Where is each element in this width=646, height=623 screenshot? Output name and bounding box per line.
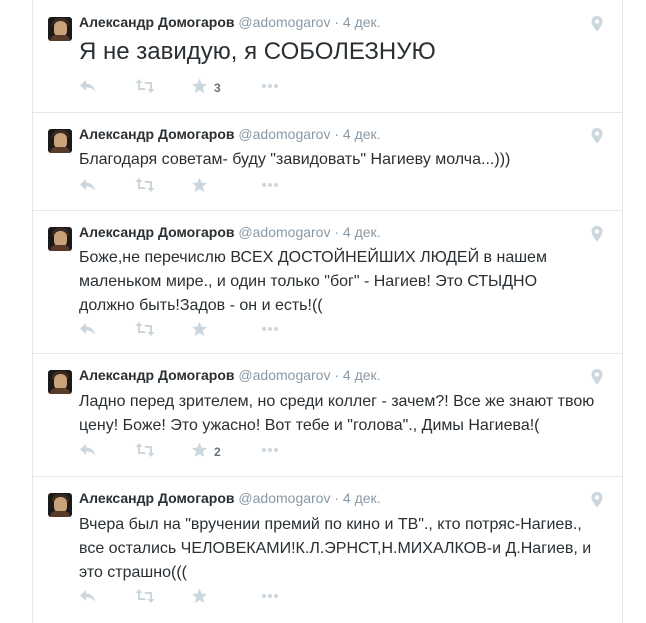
author-fullname[interactable]: Александр Домогаров	[79, 126, 235, 142]
tweet-text-line: маленьком мире., и один только "бог" - Н…	[79, 273, 538, 290]
tweet-timestamp[interactable]: 4 дек.	[343, 490, 381, 506]
reply-button[interactable]	[79, 321, 97, 339]
location-pin-icon[interactable]	[590, 491, 604, 509]
author-username[interactable]: @adomogarov	[238, 367, 330, 383]
location-pin-icon[interactable]	[590, 127, 604, 145]
retweet-button[interactable]	[135, 177, 155, 195]
tweet-header: Александр Домогаров @adomogarov · 4 дек.	[79, 125, 381, 143]
tweet-text-line: Вчера был на "вручении премий по кино и …	[79, 516, 582, 533]
separator: ·	[334, 367, 340, 383]
author-fullname[interactable]: Александр Домогаров	[79, 224, 235, 240]
reply-icon	[80, 323, 96, 335]
more-button[interactable]	[261, 593, 279, 611]
tweet-timestamp[interactable]: 4 дек.	[343, 126, 381, 142]
retweet-icon	[135, 322, 155, 336]
more-dots-icon	[262, 327, 278, 331]
retweet-icon	[135, 589, 155, 603]
retweet-button[interactable]	[135, 78, 155, 96]
star-icon	[192, 78, 207, 93]
tweet-text: Вчера был на "вручении премий по кино и …	[79, 513, 599, 585]
location-pin-icon[interactable]	[590, 368, 604, 386]
tweet-timestamp[interactable]: 4 дек.	[343, 367, 381, 383]
tweet-text: Боже,не перечислю ВСЕХ ДОСТОЙНЕЙШИХ ЛЮДЕ…	[79, 246, 599, 318]
separator: ·	[334, 490, 340, 506]
tweet-text-line: должно быть!Задов - он и есть!((	[79, 297, 323, 314]
tweet-text: Благодаря советам- буду "завидовать" Наг…	[79, 151, 511, 168]
more-button[interactable]	[261, 182, 279, 200]
tweet[interactable]: Александр Домогаров @adomogarov · 4 дек.…	[33, 112, 622, 211]
more-button[interactable]	[261, 83, 279, 101]
star-icon	[192, 321, 207, 336]
reply-icon	[80, 590, 96, 602]
tweet-text-line: Ладно перед зрителем, но среди коллег - …	[79, 393, 595, 410]
retweet-button[interactable]	[135, 321, 155, 339]
tweet-text-line: все остались ЧЕЛОВЕКАМИ!К.Л.ЭРНСТ,Н.МИХА…	[79, 540, 592, 557]
more-dots-icon	[262, 84, 278, 88]
reply-button[interactable]	[79, 78, 97, 96]
author-fullname[interactable]: Александр Домогаров	[79, 490, 235, 506]
tweet[interactable]: Александр Домогаров @adomogarov · 4 дек.…	[33, 353, 622, 477]
more-dots-icon	[262, 594, 278, 598]
retweet-button[interactable]	[135, 442, 155, 460]
separator: ·	[334, 224, 340, 240]
author-username[interactable]: @adomogarov	[238, 14, 330, 30]
tweet-timestamp[interactable]: 4 дек.	[343, 224, 381, 240]
more-dots-icon	[262, 448, 278, 452]
reply-button[interactable]	[79, 177, 97, 195]
tweet-text: Ладно перед зрителем, но среди коллег - …	[79, 390, 599, 438]
timeline: Александр Домогаров @adomogarov · 4 дек.…	[32, 0, 623, 623]
retweet-button[interactable]	[135, 588, 155, 606]
location-pin-icon[interactable]	[590, 15, 604, 33]
tweet-header: Александр Домогаров @adomogarov · 4 дек.	[79, 223, 381, 241]
favorite-button[interactable]	[191, 78, 208, 96]
star-icon	[192, 177, 207, 192]
tweet[interactable]: Александр Домогаров @adomogarov · 4 дек.…	[33, 0, 622, 113]
reply-icon	[80, 444, 96, 456]
avatar[interactable]	[48, 493, 72, 517]
tweet-text-line: это страшно(((	[79, 564, 187, 581]
author-fullname[interactable]: Александр Домогаров	[79, 14, 235, 30]
tweet-text-line: Боже,не перечислю ВСЕХ ДОСТОЙНЕЙШИХ ЛЮДЕ…	[79, 249, 547, 266]
favorite-button[interactable]	[191, 588, 208, 606]
separator: ·	[334, 126, 340, 142]
tweet[interactable]: Александр Домогаров @adomogarov · 4 дек.…	[33, 210, 622, 354]
location-pin-icon[interactable]	[590, 225, 604, 243]
favorite-button[interactable]	[191, 442, 208, 460]
avatar[interactable]	[48, 17, 72, 41]
favorite-count[interactable]: 2	[214, 445, 221, 459]
star-icon	[192, 588, 207, 603]
author-username[interactable]: @adomogarov	[238, 490, 330, 506]
tweet-text-line: цену! Боже! Это ужасно! Вот тебе и "голо…	[79, 417, 540, 434]
author-username[interactable]: @adomogarov	[238, 126, 330, 142]
author-username[interactable]: @adomogarov	[238, 224, 330, 240]
retweet-icon	[135, 79, 155, 93]
reply-icon	[80, 179, 96, 191]
tweet-header: Александр Домогаров @adomogarov · 4 дек.	[79, 489, 381, 507]
reply-icon	[80, 80, 96, 92]
reply-button[interactable]	[79, 442, 97, 460]
author-fullname[interactable]: Александр Домогаров	[79, 367, 235, 383]
separator: ·	[334, 14, 340, 30]
retweet-icon	[135, 178, 155, 192]
more-button[interactable]	[261, 447, 279, 465]
star-icon	[192, 442, 207, 457]
favorite-count[interactable]: 3	[214, 81, 221, 95]
more-dots-icon	[262, 183, 278, 187]
tweet-header: Александр Домогаров @adomogarov · 4 дек.	[79, 366, 381, 384]
reply-button[interactable]	[79, 588, 97, 606]
tweet[interactable]: Александр Домогаров @adomogarov · 4 дек.…	[33, 476, 622, 623]
more-button[interactable]	[261, 326, 279, 344]
avatar[interactable]	[48, 227, 72, 251]
tweet-text: Я не завидую, я СОБОЛЕЗНУЮ	[79, 38, 436, 65]
favorite-button[interactable]	[191, 177, 208, 195]
retweet-icon	[135, 443, 155, 457]
avatar[interactable]	[48, 370, 72, 394]
tweet-header: Александр Домогаров @adomogarov · 4 дек.	[79, 13, 381, 31]
favorite-button[interactable]	[191, 321, 208, 339]
avatar[interactable]	[48, 129, 72, 153]
tweet-timestamp[interactable]: 4 дек.	[343, 14, 381, 30]
